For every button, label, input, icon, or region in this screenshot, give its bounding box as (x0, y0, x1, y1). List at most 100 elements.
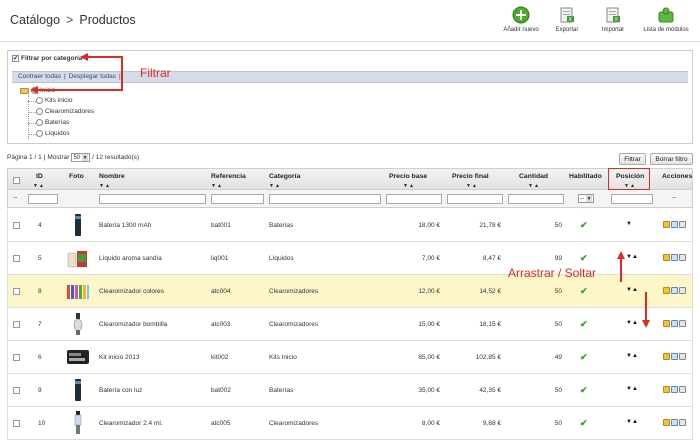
enabled-check-icon[interactable]: ✔ (580, 319, 588, 330)
breadcrumb-section[interactable]: Catálogo (10, 13, 60, 27)
sort-reference-arrows[interactable]: ▼▲ (211, 183, 223, 189)
delete-icon[interactable] (679, 353, 686, 360)
tree-radio-baterias[interactable] (36, 119, 43, 126)
header-id[interactable]: ID (36, 173, 43, 180)
delete-icon[interactable] (679, 320, 686, 327)
delete-icon[interactable] (679, 419, 686, 426)
filter-position-input[interactable] (611, 194, 653, 204)
import-button[interactable]: X Importar (590, 6, 636, 33)
import-label: Importar (601, 27, 625, 33)
filter-category-input[interactable] (269, 194, 381, 204)
tree-item-kits[interactable]: Kits inicio (36, 97, 72, 104)
sort-quantity-arrows[interactable]: ▼▲ (528, 183, 540, 189)
position-arrows[interactable]: ▼▲ (626, 254, 638, 260)
duplicate-icon[interactable] (671, 386, 678, 393)
duplicate-icon[interactable] (671, 287, 678, 294)
per-page-select[interactable]: 50 ▼ (71, 153, 91, 162)
edit-icon[interactable] (663, 287, 670, 294)
table-row[interactable]: 6 Kit inicio 2013 kit002 Kits Inicio 85,00 €… (7, 341, 693, 374)
delete-icon[interactable] (679, 254, 686, 261)
tree-item-clearomizadores[interactable]: Clearomizadores (36, 108, 94, 115)
module-list-button[interactable]: Lista de módulos (636, 6, 696, 33)
collapse-all-link[interactable]: Contraer todas (18, 73, 61, 80)
header-quantity[interactable]: Cantidad (519, 173, 548, 180)
edit-icon[interactable] (663, 419, 670, 426)
filter-enabled-select[interactable]: -- ▼ (578, 194, 594, 203)
sort-id-arrows[interactable]: ▼▲ (33, 183, 45, 189)
position-arrows[interactable]: ▼ (626, 221, 632, 227)
breadcrumb: Catálogo > Productos (10, 13, 136, 27)
tree-item-baterias[interactable]: Baterías (36, 119, 69, 126)
enabled-check-icon[interactable]: ✔ (580, 286, 588, 297)
show-label: Mostrar (47, 154, 70, 161)
enabled-check-icon[interactable]: ✔ (580, 385, 588, 396)
row-id: 6 (38, 354, 42, 361)
header-name[interactable]: Nombre (99, 173, 125, 180)
row-checkbox[interactable] (13, 222, 20, 229)
duplicate-icon[interactable] (671, 353, 678, 360)
row-checkbox[interactable] (13, 321, 20, 328)
tree-item-liquidos[interactable]: Líquidos (36, 130, 70, 137)
filter-reference-input[interactable] (211, 194, 264, 204)
tree-radio-kits[interactable] (36, 97, 43, 104)
table-row[interactable]: 9 Batería con luz bat002 Baterías 35,00 € 42,… (7, 374, 693, 407)
filter-by-category[interactable]: ✔ Filtrar por categoría (12, 55, 82, 62)
filter-final-price-input[interactable] (447, 194, 503, 204)
row-checkbox[interactable] (13, 420, 20, 427)
add-new-button[interactable]: Añadir nuevo (498, 6, 544, 33)
row-reference: bat002 (211, 387, 231, 394)
edit-icon[interactable] (663, 386, 670, 393)
sort-category-arrows[interactable]: ▼▲ (269, 183, 281, 189)
edit-icon[interactable] (663, 221, 670, 228)
position-arrows[interactable]: ▼▲ (626, 353, 638, 359)
enabled-check-icon[interactable]: ✔ (580, 220, 588, 231)
table-row[interactable]: 10 Clearomizador 2.4 ml. atc005 Clearomizad… (7, 407, 693, 440)
duplicate-icon[interactable] (671, 254, 678, 261)
filter-id-input[interactable] (28, 194, 58, 204)
position-arrows[interactable]: ▼▲ (626, 386, 638, 392)
sort-final-price-arrows[interactable]: ▼▲ (466, 183, 478, 189)
row-name: Kit inicio 2013 (99, 354, 140, 361)
tree-radio-liquidos[interactable] (36, 130, 43, 137)
row-id: 7 (38, 321, 42, 328)
table-row[interactable]: 4 Batería 1300 mAh bat001 Baterías 18,00 € 21… (7, 209, 693, 242)
product-thumbnail (66, 377, 90, 403)
reset-filter-button[interactable]: Borrar filtro (650, 153, 693, 165)
tree-radio-clearomizadores[interactable] (36, 108, 43, 115)
edit-icon[interactable] (663, 353, 670, 360)
export-button[interactable]: X Exportar (544, 6, 590, 33)
enabled-check-icon[interactable]: ✔ (580, 418, 588, 429)
edit-icon[interactable] (663, 254, 670, 261)
header-final-price[interactable]: Precio final (452, 173, 489, 180)
select-all-checkbox[interactable] (13, 177, 20, 184)
row-checkbox[interactable] (13, 288, 20, 295)
sort-base-price-arrows[interactable]: ▼▲ (403, 183, 415, 189)
header-reference[interactable]: Referencia (211, 173, 246, 180)
duplicate-icon[interactable] (671, 419, 678, 426)
header-base-price[interactable]: Precio base (389, 173, 427, 180)
position-arrows[interactable]: ▼▲ (626, 287, 638, 293)
row-checkbox[interactable] (13, 354, 20, 361)
expand-all-link[interactable]: Desplegar todas (69, 73, 116, 80)
row-checkbox[interactable] (13, 255, 20, 262)
filter-base-price-input[interactable] (386, 194, 442, 204)
position-arrows[interactable]: ▼▲ (626, 419, 638, 425)
row-checkbox[interactable] (13, 387, 20, 394)
delete-icon[interactable] (679, 386, 686, 393)
filter-name-input[interactable] (99, 194, 206, 204)
duplicate-icon[interactable] (671, 320, 678, 327)
delete-icon[interactable] (679, 287, 686, 294)
export-icon: X (558, 6, 576, 24)
enabled-check-icon[interactable]: ✔ (580, 352, 588, 363)
enabled-check-icon[interactable]: ✔ (580, 253, 588, 264)
header-category[interactable]: Categoría (269, 173, 300, 180)
delete-icon[interactable] (679, 221, 686, 228)
table-row[interactable]: 7 Clearomizador bombilla atc003 Clearomizad… (7, 308, 693, 341)
filter-by-category-checkbox[interactable]: ✔ (12, 55, 19, 62)
sort-name-arrows[interactable]: ▼▲ (99, 183, 111, 189)
filter-button[interactable]: Filtrar (619, 153, 646, 165)
duplicate-icon[interactable] (671, 221, 678, 228)
edit-icon[interactable] (663, 320, 670, 327)
position-arrows[interactable]: ▼▲ (626, 320, 638, 326)
filter-quantity-input[interactable] (508, 194, 564, 204)
